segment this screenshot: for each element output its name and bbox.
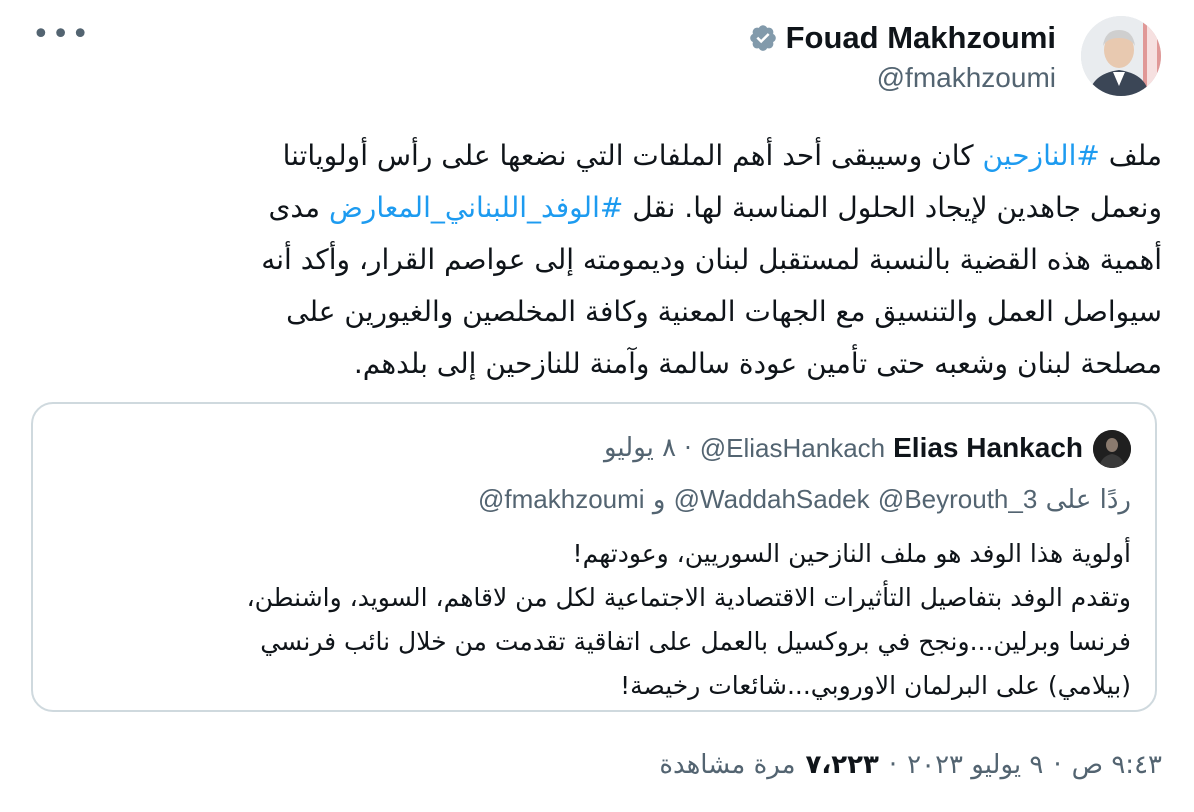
hashtag-link[interactable]: #الوفد_اللبناني_المعارض [329, 191, 623, 224]
tweet-text-line: مصلحة لبنان وشعبه حتى تأمين عودة سالمة و… [32, 338, 1162, 390]
tweet-text-segment: ونعمل جاهدين لإيجاد الحلول المناسبة لها.… [623, 191, 1162, 224]
tweet-text-line: سيواصل العمل والتنسيق مع الجهات المعنية … [32, 286, 1162, 338]
quoted-text-line: وتقدم الوفد بتفاصيل التأثيرات الاقتصادية… [246, 583, 1131, 612]
quoted-author-handle[interactable]: @EliasHankach [700, 433, 885, 464]
tweet-time[interactable]: ٩:٤٣ ص [1072, 750, 1162, 780]
tweet-meta: ٩:٤٣ ص · ٩ يوليو ٢٠٢٣ · ٧،٢٢٣ مرة مشاهدة [659, 750, 1162, 780]
verified-badge-icon [749, 25, 776, 51]
quoted-avatar-image [1093, 430, 1131, 468]
views-count: ٧،٢٢٣ [805, 750, 879, 780]
tweet-text-segment: ملف [1099, 139, 1162, 172]
quoted-tweet[interactable]: ٨ يوليو · @EliasHankach Elias Hankach رد… [31, 402, 1157, 712]
reply-mention-fmakhzoumi[interactable]: @fmakhzoumi [478, 484, 645, 514]
hashtag-link[interactable]: #النازحين [982, 139, 1099, 172]
reply-context: ردًا على @Beyrouth_3 @WaddahSadek و @fma… [478, 484, 1131, 515]
tweet-text-line: ونعمل جاهدين لإيجاد الحلول المناسبة لها.… [32, 182, 1162, 234]
reply-prefix: ردًا على [1045, 485, 1131, 515]
quoted-author-name[interactable]: Elias Hankach [893, 432, 1083, 464]
tweet-text-segment: مدى [268, 191, 329, 224]
quoted-text-line: (بيلامي) على البرلمان الاوروبي...شائعات … [620, 671, 1131, 700]
tweet-date[interactable]: ٩ يوليو ٢٠٢٣ [907, 750, 1043, 780]
author-name[interactable]: Fouad Makhzoumi [786, 20, 1056, 56]
quoted-header: ٨ يوليو · @EliasHankach Elias Hankach [604, 432, 1083, 464]
avatar-image [1081, 16, 1161, 96]
tweet-author: Fouad Makhzoumi @fmakhzoumi [748, 20, 1056, 94]
tweet-text-line: ملف #النازحين كان وسيبقى أحد أهم الملفات… [32, 130, 1162, 182]
quoted-text-line: أولوية هذا الوفد هو ملف النازحين السوريي… [572, 539, 1131, 568]
author-handle[interactable]: @fmakhzoumi [748, 62, 1056, 94]
quoted-text-line: فرنسا وبرلين...ونجح في بروكسيل بالعمل عل… [260, 627, 1131, 656]
reply-mention-beyrouth[interactable]: @Beyrouth_3 [878, 484, 1037, 514]
tweet-text-segment: سيواصل العمل والتنسيق مع الجهات المعنية … [286, 295, 1162, 328]
separator-dot: · [684, 434, 692, 462]
author-avatar[interactable] [1081, 16, 1161, 96]
reply-and: و [652, 485, 666, 515]
separator-dot: · [888, 750, 898, 780]
quoted-date[interactable]: ٨ يوليو [604, 433, 676, 463]
separator-dot: · [1053, 750, 1062, 780]
tweet-body: ملف #النازحين كان وسيبقى أحد أهم الملفات… [32, 130, 1162, 390]
quoted-author-avatar[interactable] [1093, 430, 1131, 468]
tweet-text-line: أهمية هذه القضية بالنسبة لمستقبل لبنان و… [32, 234, 1162, 286]
reply-mention-waddahsadek[interactable]: @WaddahSadek [674, 484, 870, 514]
views-label: مرة مشاهدة [659, 750, 796, 780]
tweet-text-segment: مصلحة لبنان وشعبه حتى تأمين عودة سالمة و… [353, 347, 1162, 380]
quoted-tweet-body: أولوية هذا الوفد هو ملف النازحين السوريي… [51, 532, 1131, 708]
more-options-icon[interactable]: ••• [32, 20, 91, 50]
tweet-text-segment: كان وسيبقى أحد أهم الملفات التي نضعها عل… [282, 139, 983, 172]
tweet-text-segment: أهمية هذه القضية بالنسبة لمستقبل لبنان و… [261, 243, 1162, 276]
